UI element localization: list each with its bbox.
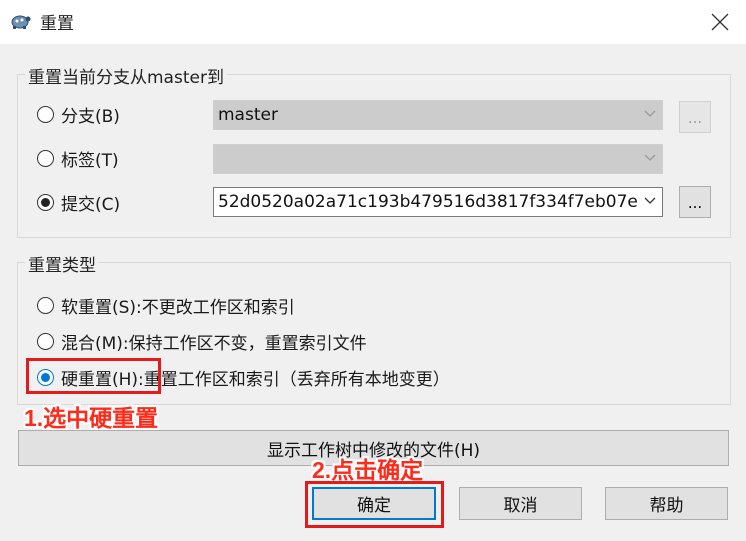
step2-annotation: 2.点击确定	[312, 457, 424, 483]
hard-reset-highlight	[26, 358, 161, 394]
chevron-down-icon	[644, 154, 656, 161]
soft-reset-radio[interactable]: 软重置(S): 不更改工作区和索引	[37, 293, 295, 318]
mixed-reset-desc: 保持工作区不变，重置索引文件	[128, 334, 367, 354]
tag-radio[interactable]: 标签(T)	[37, 146, 119, 171]
help-button[interactable]: 帮助	[605, 487, 728, 520]
branch-combo-value: master	[218, 105, 278, 125]
tag-combo	[213, 144, 663, 174]
tortoise-icon	[11, 15, 31, 29]
branch-radio[interactable]: 分支(B)	[37, 102, 120, 127]
soft-reset-label: 软重置(S):	[61, 298, 142, 318]
commit-combo-value[interactable]: 52d0520a02a71c193b479516d3817f334f7eb07e	[218, 192, 638, 212]
hard-reset-desc: 重置工作区和索引（丢弃所有本地变更）	[143, 370, 450, 390]
tag-radio-label: 标签(T)	[61, 151, 119, 171]
commit-radio-circle[interactable]	[37, 194, 54, 211]
cancel-button[interactable]: 取消	[459, 487, 582, 520]
close-icon	[711, 13, 729, 31]
step1-annotation: 1.选中硬重置	[24, 405, 159, 431]
tag-radio-circle[interactable]	[37, 150, 54, 167]
soft-reset-radio-circle[interactable]	[37, 297, 54, 314]
reset-target-legend: 重置当前分支从master到	[25, 63, 227, 88]
branch-combo: master	[213, 100, 663, 130]
commit-combo[interactable]: 52d0520a02a71c193b479516d3817f334f7eb07e	[213, 187, 663, 217]
close-button[interactable]	[700, 3, 740, 41]
branch-radio-label: 分支(B)	[61, 107, 120, 127]
mixed-reset-radio-circle[interactable]	[37, 333, 54, 350]
window-title: 重置	[40, 14, 74, 34]
ok-button-highlight	[305, 481, 444, 528]
chevron-down-icon[interactable]	[644, 196, 656, 206]
reset-type-legend: 重置类型	[25, 251, 99, 276]
chevron-down-icon	[644, 110, 656, 117]
commit-browse-button[interactable]: ...	[679, 186, 711, 218]
soft-reset-desc: 不更改工作区和索引	[141, 298, 295, 318]
commit-radio-label: 提交(C)	[61, 195, 121, 215]
mixed-reset-label: 混合(M):	[61, 334, 129, 354]
branch-radio-circle[interactable]	[37, 106, 54, 123]
branch-browse-button: ...	[679, 101, 711, 133]
title-bar: 重置	[0, 0, 746, 44]
commit-radio[interactable]: 提交(C)	[37, 190, 120, 215]
mixed-reset-radio[interactable]: 混合(M): 保持工作区不变，重置索引文件	[37, 329, 367, 354]
